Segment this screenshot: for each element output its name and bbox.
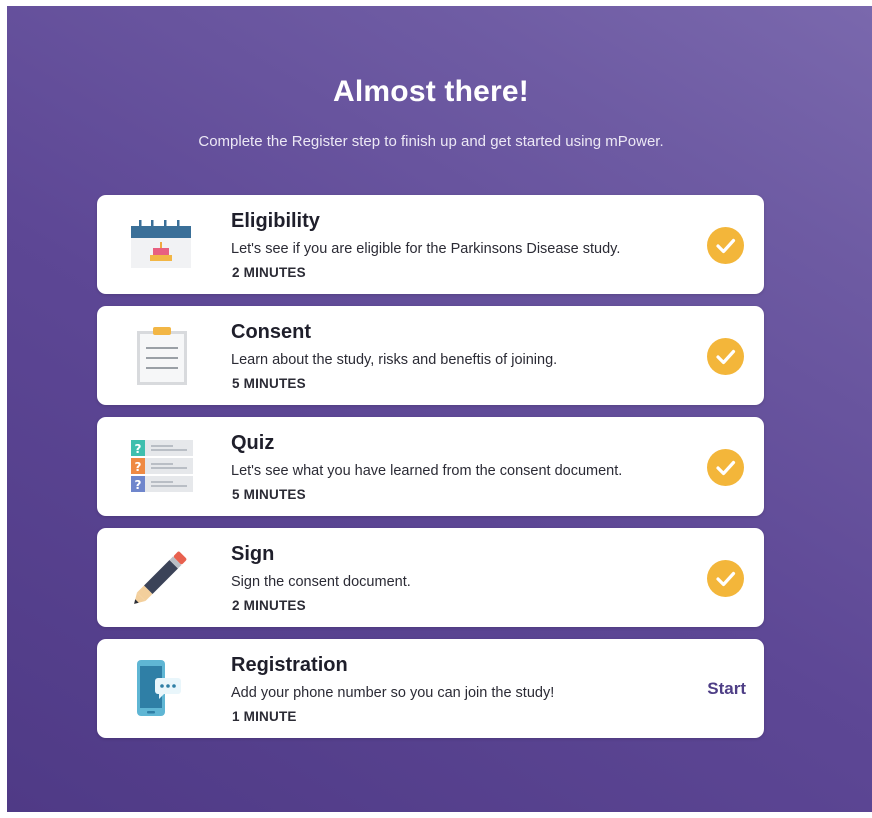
step-duration: 2 MINUTES <box>232 265 306 280</box>
quiz-icon: ? ? ? <box>127 434 195 498</box>
svg-text:?: ? <box>135 478 142 492</box>
step-card-sign[interactable]: Sign Sign the consent document. 2 MINUTE… <box>97 528 764 627</box>
step-duration: 5 MINUTES <box>232 376 306 391</box>
step-card-quiz[interactable]: ? ? ? Quiz Let's see what you have learn… <box>97 417 764 516</box>
step-description: Sign the consent document. <box>231 574 411 590</box>
step-card-consent[interactable]: Consent Learn about the study, risks and… <box>97 306 764 405</box>
step-title: Quiz <box>231 432 275 454</box>
calendar-icon <box>127 212 195 276</box>
step-description: Add your phone number so you can join th… <box>231 685 555 701</box>
check-complete-icon[interactable] <box>707 338 744 375</box>
step-duration: 1 MINUTE <box>232 709 297 724</box>
check-complete-icon[interactable] <box>707 449 744 486</box>
page-title: Almost there! <box>333 75 529 108</box>
pencil-icon <box>127 545 195 609</box>
check-complete-icon[interactable] <box>707 560 744 597</box>
page-subtitle: Complete the Register step to finish up … <box>198 133 664 150</box>
start-button[interactable]: Start <box>707 679 746 699</box>
step-duration: 2 MINUTES <box>232 598 306 613</box>
step-card-eligibility[interactable]: Eligibility Let's see if you are eligibl… <box>97 195 764 294</box>
onboarding-screen: Almost there! Complete the Register step… <box>7 6 872 812</box>
check-complete-icon[interactable] <box>707 227 744 264</box>
step-description: Learn about the study, risks and benefti… <box>231 352 558 368</box>
step-title: Consent <box>231 321 311 343</box>
svg-text:?: ? <box>135 442 142 456</box>
step-title: Eligibility <box>231 210 320 232</box>
step-card-registration[interactable]: Registration Add your phone number so yo… <box>97 639 764 738</box>
step-title: Sign <box>231 543 275 565</box>
step-duration: 5 MINUTES <box>232 487 306 502</box>
clipboard-icon <box>127 323 195 387</box>
step-description: Let's see if you are eligible for the Pa… <box>231 241 621 257</box>
step-description: Let's see what you have learned from the… <box>231 463 623 479</box>
phone-message-icon <box>127 656 195 720</box>
svg-text:?: ? <box>135 460 142 474</box>
step-title: Registration <box>231 654 348 676</box>
